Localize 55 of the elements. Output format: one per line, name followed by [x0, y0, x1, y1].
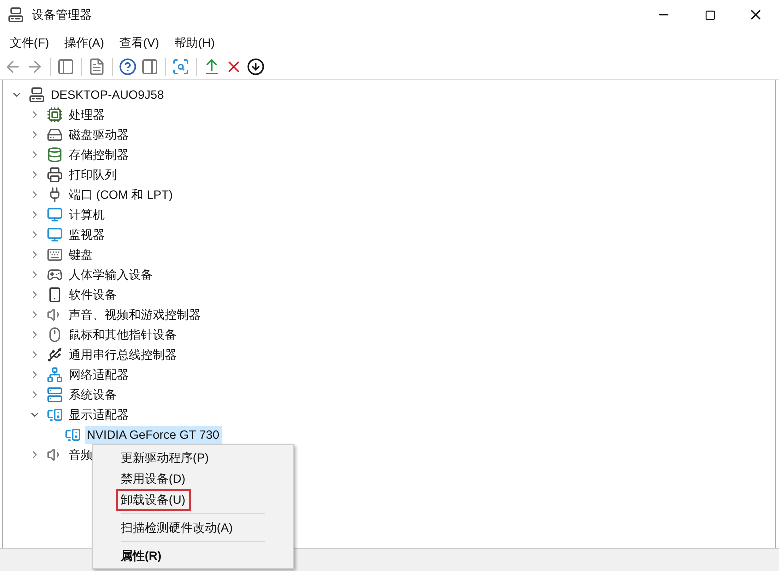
tree-item[interactable]: 软件设备: [67, 286, 119, 304]
menu-item[interactable]: 操作(A): [58, 34, 110, 52]
tree-item[interactable]: 鼠标和其他指针设备: [67, 326, 179, 344]
disk-drive-icon: [47, 127, 63, 143]
tree-item[interactable]: 磁盘驱动器: [67, 126, 131, 144]
tree-item[interactable]: 打印队列: [67, 166, 119, 184]
panel-icon[interactable]: [141, 58, 159, 76]
panel-icon[interactable]: [57, 58, 75, 76]
server-icon: [47, 387, 63, 403]
help-icon[interactable]: [119, 58, 137, 76]
document-icon[interactable]: [88, 58, 106, 76]
tree-item[interactable]: 端口 (COM 和 LPT): [67, 186, 175, 204]
tree-item[interactable]: 监视器: [67, 226, 107, 244]
window-title: 设备管理器: [32, 7, 92, 24]
tree-item[interactable]: 网络适配器: [67, 366, 131, 384]
tree-item[interactable]: NVIDIA GeForce GT 730: [85, 426, 222, 444]
maximize-icon: [704, 10, 716, 20]
context-menu-item[interactable]: 属性(R): [118, 546, 165, 564]
database-icon: [47, 147, 63, 163]
menu-item[interactable]: 文件(F): [4, 34, 56, 52]
context-menu-item[interactable]: 卸载设备(U): [118, 490, 189, 508]
network-icon: [47, 367, 63, 383]
download-circle-icon[interactable]: [247, 58, 265, 76]
monitor-icon: [47, 407, 63, 423]
context-menu-item[interactable]: 禁用设备(D): [118, 470, 189, 488]
printer-icon: [47, 167, 63, 183]
chip-icon: [47, 107, 63, 123]
menu-item[interactable]: 查看(V): [113, 34, 166, 52]
gamepad-icon: [47, 267, 63, 283]
tree-item[interactable]: 存储控制器: [67, 146, 131, 164]
forward-arrow-icon[interactable]: [26, 58, 44, 76]
upload-arrow-icon[interactable]: [203, 58, 221, 76]
phone-icon: [47, 287, 63, 303]
usb-icon: [47, 347, 63, 363]
scan-icon[interactable]: [172, 58, 190, 76]
context-menu-item[interactable]: 更新驱动程序(P): [118, 448, 212, 466]
context-menu-item[interactable]: 扫描检测硬件改动(A): [118, 518, 236, 536]
tree-item[interactable]: 计算机: [67, 206, 107, 224]
tree-item[interactable]: 音频: [67, 446, 95, 464]
computer-icon: [8, 7, 24, 23]
tree-item[interactable]: 处理器: [67, 106, 107, 124]
tree-item[interactable]: 声音、视频和游戏控制器: [67, 306, 203, 324]
tree-item[interactable]: 显示适配器: [67, 406, 131, 424]
tree-item[interactable]: 系统设备: [67, 386, 119, 404]
tree-item[interactable]: 键盘: [67, 246, 95, 264]
monitor-icon: [65, 427, 81, 443]
menu-item[interactable]: 帮助(H): [168, 34, 221, 52]
monitor-icon: [47, 227, 63, 243]
tree-item[interactable]: 人体学输入设备: [67, 266, 155, 284]
tree-item[interactable]: 通用串行总线控制器: [67, 346, 179, 364]
monitor-icon: [47, 207, 63, 223]
keyboard-icon: [47, 247, 63, 263]
mouse-icon: [47, 327, 63, 343]
tree-item[interactable]: DESKTOP-AUO9J58: [49, 86, 166, 104]
computer-icon: [29, 87, 45, 103]
